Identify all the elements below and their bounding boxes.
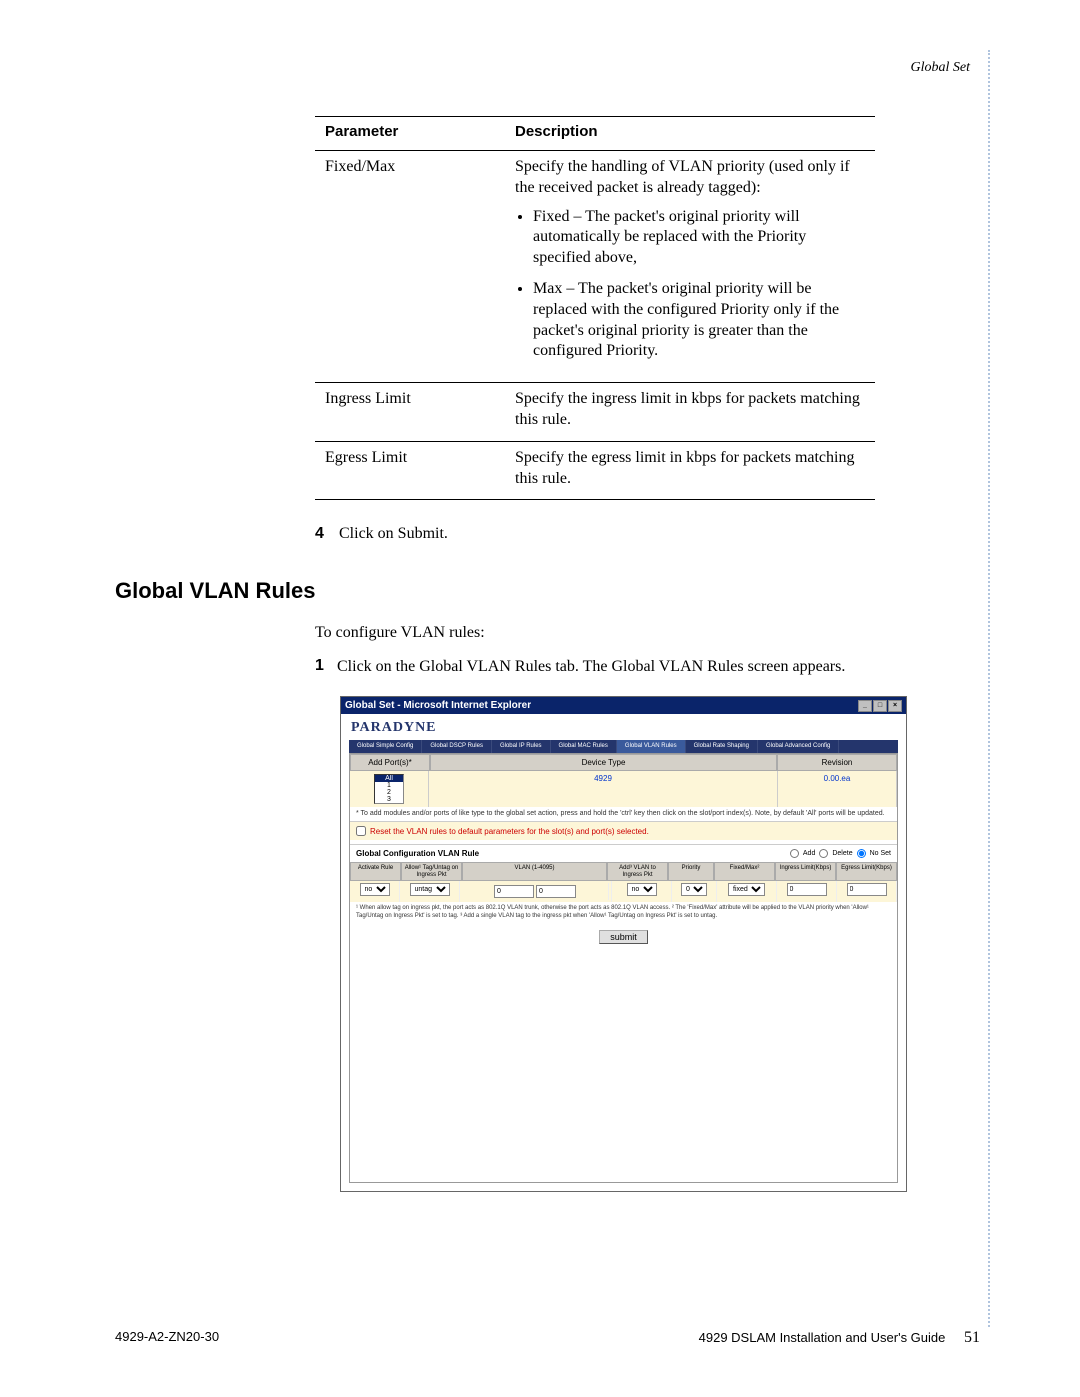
page-footer: 4929-A2-ZN20-30 4929 DSLAM Installation …	[115, 1329, 980, 1347]
input-ingress[interactable]	[787, 883, 827, 896]
rh-priority: Priority	[668, 862, 714, 881]
footer-doc-code: 4929-A2-ZN20-30	[115, 1329, 219, 1347]
col-add-ports: Add Port(s)*	[350, 754, 430, 771]
radio-delete[interactable]	[819, 849, 828, 858]
input-vlan2[interactable]	[536, 885, 576, 898]
desc-fixedmax: Specify the handling of VLAN priority (u…	[505, 151, 875, 383]
rh-activate: Activate Rule	[350, 862, 401, 881]
brand-logo: PARADYNE	[341, 714, 906, 736]
rh-fixedmax: Fixed/Max²	[714, 862, 775, 881]
rh-addvlan: Add³ VLAN to Ingress Pkt	[607, 862, 668, 881]
table-row: Ingress Limit Specify the ingress limit …	[315, 383, 875, 442]
tab-vlan-rules[interactable]: Global VLAN Rules	[617, 740, 686, 753]
tab-dscp-rules[interactable]: Global DSCP Rules	[422, 740, 492, 753]
tab-simple-config[interactable]: Global Simple Config	[349, 740, 422, 753]
bullet-max: Max – The packet's original priority wil…	[533, 279, 865, 362]
tab-ip-rules[interactable]: Global IP Rules	[492, 740, 551, 753]
window-titlebar: Global Set - Microsoft Internet Explorer…	[341, 697, 906, 714]
param-fixedmax: Fixed/Max	[315, 151, 505, 383]
radio-add[interactable]	[790, 849, 799, 858]
select-addvlan[interactable]: no	[627, 883, 657, 896]
col-revision: Revision	[777, 754, 897, 771]
header-section-name: Global Set	[115, 60, 980, 76]
tab-bar: Global Simple Config Global DSCP Rules G…	[349, 740, 898, 753]
rule-footnotes: ¹ When allow tag on ingress pkt, the por…	[350, 902, 897, 924]
port-note: * To add modules and/or ports of like ty…	[350, 807, 897, 821]
input-vlan1[interactable]	[494, 885, 534, 898]
bullet-fixed: Fixed – The packet's original priority w…	[533, 207, 865, 269]
intro-text: To configure VLAN rules:	[315, 624, 980, 642]
radio-noset[interactable]	[857, 849, 866, 858]
col-device-type: Device Type	[430, 754, 777, 771]
desc-egress: Specify the egress limit in kbps for pac…	[505, 441, 875, 500]
select-fixedmax[interactable]: fixed	[728, 883, 765, 896]
select-priority[interactable]: 0	[681, 883, 707, 896]
th-parameter: Parameter	[315, 117, 505, 151]
param-egress: Egress Limit	[315, 441, 505, 500]
tab-rate-shaping[interactable]: Global Rate Shaping	[686, 740, 758, 753]
submit-button[interactable]: submit	[599, 930, 648, 944]
rh-allow: Allow¹ Tag/Untag on Ingress Pkt	[401, 862, 462, 881]
revision-value: 0.00.ea	[778, 771, 897, 807]
port-select[interactable]: All 1 2 3	[374, 774, 404, 804]
param-ingress: Ingress Limit	[315, 383, 505, 442]
rh-ingress: Ingress Limit(Kbps)	[775, 862, 836, 881]
tab-advanced-config[interactable]: Global Advanced Config	[758, 740, 839, 753]
section-heading: Global VLAN Rules	[115, 578, 980, 604]
th-description: Description	[505, 117, 875, 151]
maximize-icon[interactable]: □	[873, 700, 887, 712]
reset-checkbox[interactable]	[356, 826, 366, 836]
parameter-table: Parameter Description Fixed/Max Specify …	[315, 116, 875, 500]
close-icon[interactable]: ×	[888, 700, 902, 712]
footer-doc-title: 4929 DSLAM Installation and User's Guide	[699, 1330, 946, 1345]
table-row: Fixed/Max Specify the handling of VLAN p…	[315, 151, 875, 383]
footer-page-number: 51	[964, 1329, 980, 1346]
minimize-icon[interactable]: _	[858, 700, 872, 712]
reset-label: Reset the VLAN rules to default paramete…	[370, 827, 649, 836]
rh-egress: Egress Limit(Kbps)	[836, 862, 897, 881]
table-row: Egress Limit Specify the egress limit in…	[315, 441, 875, 500]
step-1: 1 Click on the Global VLAN Rules tab. Th…	[315, 657, 980, 678]
rule-section-title: Global Configuration VLAN Rule	[356, 849, 479, 858]
window-title: Global Set - Microsoft Internet Explorer	[345, 700, 531, 711]
desc-ingress: Specify the ingress limit in kbps for pa…	[505, 383, 875, 442]
input-egress[interactable]	[847, 883, 887, 896]
rh-vlan: VLAN (1-4095)	[462, 862, 607, 881]
window-controls[interactable]: _□×	[857, 699, 902, 712]
step-4: 4 Click on Submit.	[315, 525, 980, 543]
embedded-screenshot: Global Set - Microsoft Internet Explorer…	[340, 696, 907, 1192]
tab-mac-rules[interactable]: Global MAC Rules	[551, 740, 617, 753]
device-type-value: 4929	[429, 771, 778, 807]
decorative-dotted-border	[985, 50, 990, 1327]
select-allow[interactable]: untag	[410, 883, 450, 896]
select-activate[interactable]: no	[360, 883, 390, 896]
